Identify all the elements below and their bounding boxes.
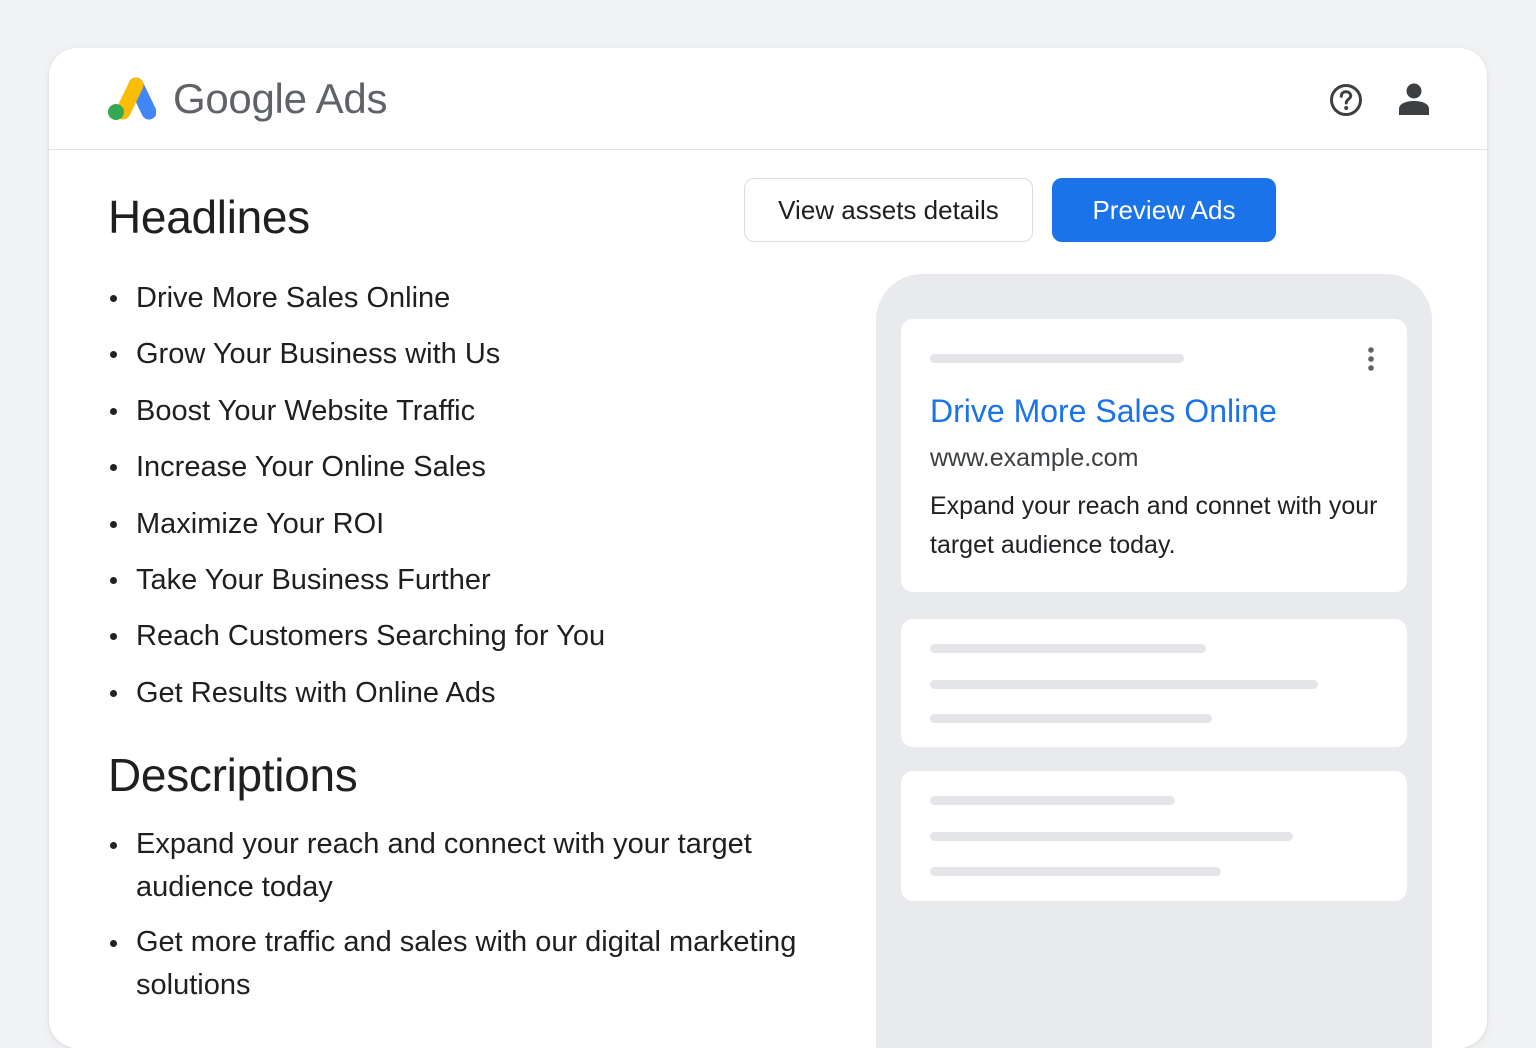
help-icon[interactable] [1329, 83, 1363, 117]
product-name: Google Ads [173, 75, 388, 122]
headline-item: Take Your Business Further [108, 560, 605, 616]
ad-preview-phone: Drive More Sales Online www.example.com … [876, 274, 1432, 1048]
descriptions-title: Descriptions [108, 749, 358, 801]
app-header: Google Ads [49, 48, 1487, 150]
headlines-list: Drive More Sales Online Grow Your Busine… [108, 278, 605, 729]
placeholder-line [930, 644, 1206, 653]
placeholder-line [930, 354, 1184, 363]
headlines-title: Headlines [108, 191, 310, 243]
ad-display-url: www.example.com [930, 444, 1139, 472]
view-assets-details-button[interactable]: View assets details [744, 178, 1033, 242]
placeholder-card [901, 771, 1407, 901]
headline-item: Boost Your Website Traffic [108, 391, 605, 447]
description-item: Expand your reach and connect with your … [108, 823, 828, 909]
google-ads-logo-icon [108, 77, 156, 120]
placeholder-line [930, 796, 1175, 805]
main-card: Google Ads Headlines Drive More Sales On… [49, 48, 1487, 1048]
placeholder-line [930, 832, 1293, 841]
ad-headline-link[interactable]: Drive More Sales Online [930, 393, 1277, 430]
placeholder-card [901, 619, 1407, 747]
placeholder-line [930, 867, 1221, 876]
descriptions-list: Expand your reach and connect with your … [108, 823, 828, 1019]
placeholder-line [930, 714, 1212, 723]
headline-item: Reach Customers Searching for You [108, 616, 605, 672]
more-vert-icon[interactable] [1363, 346, 1379, 372]
headline-item: Increase Your Online Sales [108, 447, 605, 503]
headline-item: Grow Your Business with Us [108, 334, 605, 390]
placeholder-line [930, 680, 1318, 689]
headline-item: Maximize Your ROI [108, 504, 605, 560]
headline-item: Drive More Sales Online [108, 278, 605, 334]
ad-preview-card: Drive More Sales Online www.example.com … [901, 319, 1407, 592]
ad-description: Expand your reach and connet with your t… [930, 492, 1378, 559]
preview-ads-button[interactable]: Preview Ads [1052, 178, 1276, 242]
description-item: Get more traffic and sales with our digi… [108, 921, 828, 1007]
headline-item: Get Results with Online Ads [108, 673, 605, 729]
account-icon[interactable] [1398, 82, 1430, 116]
